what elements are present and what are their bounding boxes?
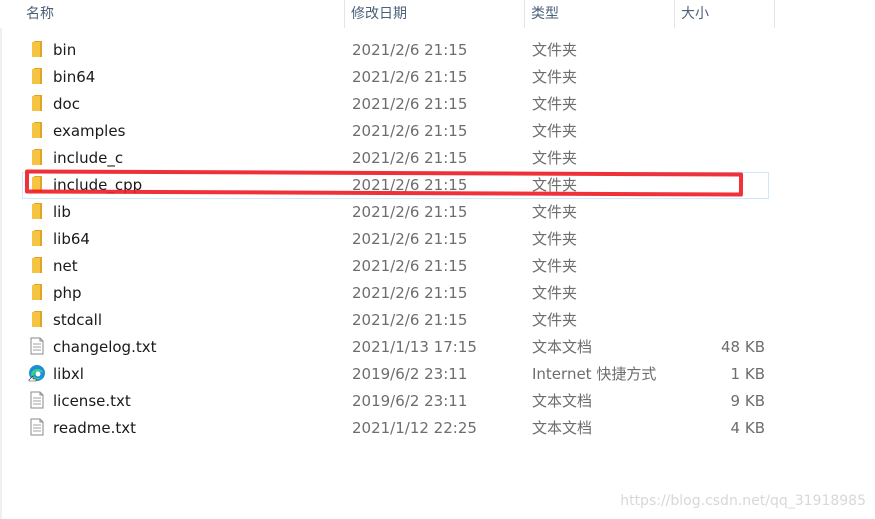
file-name: lib <box>53 203 71 221</box>
file-name: net <box>53 257 78 275</box>
file-row[interactable]: doc 2021/2/6 21:15 文件夹 <box>0 91 875 118</box>
file-list: bin 2021/2/6 21:15 文件夹 bin64 2021/2/6 21:15 文… <box>0 37 875 442</box>
file-name: readme.txt <box>53 419 137 437</box>
file-row[interactable]: examples 2021/2/6 21:15 文件夹 <box>0 118 875 145</box>
file-type: 文件夹 <box>532 311 578 329</box>
file-date-modified: 2021/2/6 21:15 <box>352 284 468 302</box>
file-name: bin <box>53 41 77 59</box>
file-type: 文件夹 <box>532 203 578 221</box>
file-row[interactable]: changelog.txt 2021/1/13 17:15 文本文档 48 KB <box>0 334 875 361</box>
file-date-modified: 2019/6/2 23:11 <box>352 392 468 410</box>
folder-icon <box>28 175 46 193</box>
column-header-size[interactable]: 大小 <box>675 0 775 28</box>
folder-icon <box>28 148 46 166</box>
file-type: Internet 快捷方式 <box>532 365 657 383</box>
file-date-modified: 2019/6/2 23:11 <box>352 365 468 383</box>
file-type: 文件夹 <box>532 122 578 140</box>
folder-icon <box>28 256 46 274</box>
file-date-modified: 2021/2/6 21:15 <box>352 257 468 275</box>
file-size: 9 KB <box>730 392 765 410</box>
file-type: 文件夹 <box>532 68 578 86</box>
file-size: 1 KB <box>730 365 765 383</box>
file-row[interactable]: bin64 2021/2/6 21:15 文件夹 <box>0 64 875 91</box>
file-name: changelog.txt <box>53 338 157 356</box>
file-name: include_c <box>53 149 124 167</box>
text-file-icon <box>28 337 46 355</box>
file-date-modified: 2021/2/6 21:15 <box>352 149 468 167</box>
file-date-modified: 2021/1/13 17:15 <box>352 338 477 356</box>
folder-icon <box>28 283 46 301</box>
file-row[interactable]: libxl 2019/6/2 23:11 Internet 快捷方式 1 KB <box>0 361 875 388</box>
file-date-modified: 2021/2/6 21:15 <box>352 41 468 59</box>
column-header-bar: ⌃ 名称 修改日期 类型 大小 <box>0 0 875 28</box>
file-date-modified: 2021/1/12 22:25 <box>352 419 477 437</box>
file-date-modified: 2021/2/6 21:15 <box>352 311 468 329</box>
file-type: 文件夹 <box>532 257 578 275</box>
file-date-modified: 2021/2/6 21:15 <box>352 230 468 248</box>
column-header-date-modified[interactable]: 修改日期 <box>345 0 525 28</box>
folder-icon <box>28 310 46 328</box>
file-name: include_cpp <box>53 176 143 194</box>
file-date-modified: 2021/2/6 21:15 <box>352 95 468 113</box>
file-name: bin64 <box>53 68 96 86</box>
text-file-icon <box>28 418 46 436</box>
file-name: license.txt <box>53 392 131 410</box>
file-type: 文件夹 <box>532 284 578 302</box>
file-row[interactable]: lib 2021/2/6 21:15 文件夹 <box>0 199 875 226</box>
file-size: 48 KB <box>721 338 765 356</box>
column-header-name[interactable]: 名称 <box>20 0 345 28</box>
folder-icon <box>28 202 46 220</box>
file-date-modified: 2021/2/6 21:15 <box>352 68 468 86</box>
file-name: lib64 <box>53 230 90 248</box>
file-type: 文件夹 <box>532 95 578 113</box>
file-name: php <box>53 284 82 302</box>
file-date-modified: 2021/2/6 21:15 <box>352 203 468 221</box>
file-row[interactable]: lib64 2021/2/6 21:15 文件夹 <box>0 226 875 253</box>
folder-icon <box>28 40 46 58</box>
file-type: 文本文档 <box>532 338 593 356</box>
file-type: 文件夹 <box>532 149 578 167</box>
file-name: libxl <box>53 365 84 383</box>
watermark: https://blog.csdn.net/qq_31918985 <box>620 493 866 509</box>
file-row[interactable]: bin 2021/2/6 21:15 文件夹 <box>0 37 875 64</box>
folder-icon <box>28 67 46 85</box>
file-name: examples <box>53 122 126 140</box>
file-date-modified: 2021/2/6 21:15 <box>352 176 468 194</box>
file-explorer: ⌃ 名称 修改日期 类型 大小 bin2021/2/6 21:15文件夹bin6… <box>0 0 875 519</box>
file-date-modified: 2021/2/6 21:15 <box>352 122 468 140</box>
file-row[interactable]: net 2021/2/6 21:15 文件夹 <box>0 253 875 280</box>
file-type: 文件夹 <box>532 230 578 248</box>
file-row[interactable]: include_c 2021/2/6 21:15 文件夹 <box>0 145 875 172</box>
file-row[interactable]: readme.txt 2021/1/12 22:25 文本文档 4 KB <box>0 415 875 442</box>
folder-icon <box>28 94 46 112</box>
file-row[interactable]: license.txt 2019/6/2 23:11 文本文档 9 KB <box>0 388 875 415</box>
text-file-icon <box>28 391 46 409</box>
folder-icon <box>28 121 46 139</box>
file-name: stdcall <box>53 311 102 329</box>
file-size: 4 KB <box>730 419 765 437</box>
edge-shortcut-icon <box>28 364 46 382</box>
folder-icon <box>28 229 46 247</box>
file-type: 文件夹 <box>532 41 578 59</box>
file-type: 文本文档 <box>532 392 593 410</box>
file-type: 文本文档 <box>532 419 593 437</box>
file-row[interactable]: php 2021/2/6 21:15 文件夹 <box>0 280 875 307</box>
column-header-type[interactable]: 类型 <box>525 0 675 28</box>
file-type: 文件夹 <box>532 176 578 194</box>
file-row[interactable]: include_cpp 2021/2/6 21:15 文件夹 <box>0 172 875 199</box>
file-name: doc <box>53 95 80 113</box>
file-row[interactable]: stdcall 2021/2/6 21:15 文件夹 <box>0 307 875 334</box>
